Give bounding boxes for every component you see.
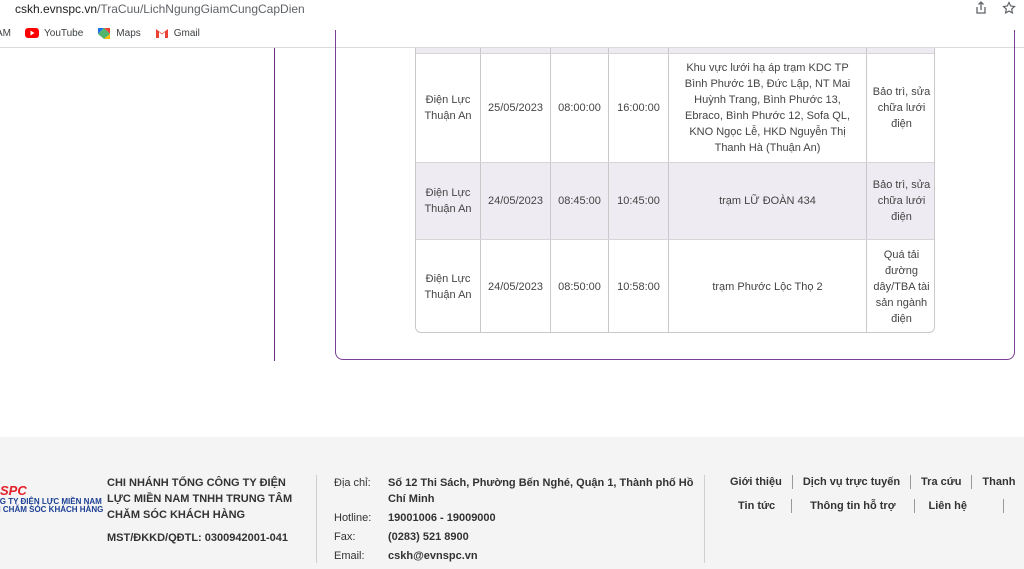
cell-end-time: 16:00:00 <box>609 54 669 162</box>
bookmark-label: Gmail <box>173 27 200 39</box>
cell-start-time: 08:00:00 <box>551 54 609 162</box>
table-row: Điện Lực Thuận An 25/05/2023 08:00:00 16… <box>416 54 934 163</box>
area-text: trạm LỮ ĐOÀN 434 <box>719 195 816 207</box>
cell-area: Khu vực lưới hạ áp trạm KDC TP Bình Phướ… <box>669 54 867 162</box>
site-footer: SPC NG TY ĐIỆN LỰC MIỀN NAM M CHĂM SÓC K… <box>0 437 1024 569</box>
cell-start-time: 08:45:00 <box>551 163 609 239</box>
address-bar[interactable]: cskh.evnspc.vn/TraCuu/LichNgungGiamCungC… <box>0 0 1024 19</box>
bookmark-maps[interactable]: Maps <box>97 27 141 39</box>
bookmark-label: AM <box>0 27 11 39</box>
link-tra-cuu[interactable]: Tra cứu <box>911 475 973 489</box>
email-value[interactable]: cskh@evnspc.vn <box>388 548 698 564</box>
footer-divider <box>704 475 705 563</box>
email-label: Email: <box>334 550 365 562</box>
url-path: /TraCuu/LichNgungGiamCungCapDien <box>97 2 305 16</box>
cell-unit: Điện Lực Thuận An <box>416 163 481 239</box>
url-text[interactable]: cskh.evnspc.vn/TraCuu/LichNgungGiamCungC… <box>15 2 305 16</box>
youtube-icon <box>25 28 39 38</box>
logo-mark: SPC <box>0 483 27 498</box>
bookmark-label: Maps <box>116 27 141 39</box>
bookmark-gmail[interactable]: Gmail <box>155 27 200 39</box>
cell-area: trạm Phước Lộc Thọ 2 <box>669 240 867 332</box>
cell-date: 25/05/2023 <box>481 54 551 162</box>
link-thanh-toan[interactable]: Thanh <box>972 475 1024 489</box>
table-row: Điện Lực Thuận An 24/05/2023 08:50:00 10… <box>416 240 934 332</box>
hotline-label: Hotline: <box>334 512 372 524</box>
company-info: CHI NHÁNH TỔNG CÔNG TY ĐIỆN LỰC MIỀN NAM… <box>107 475 297 546</box>
area-text: trạm Phước Lộc Thọ 2 <box>712 280 823 293</box>
cell-reason: Quá tải đường dây/TBA tài sản ngành điện <box>873 248 930 325</box>
footer-divider <box>316 475 317 563</box>
cell-unit: Điện Lực Thuận An <box>416 54 481 162</box>
cell-reason: Bảo trì, sửa chữa lưới điện <box>872 179 931 223</box>
link-dich-vu-truc-tuyen[interactable]: Dịch vụ trực tuyến <box>793 475 912 489</box>
bookmark-youtube[interactable]: YouTube <box>25 27 83 39</box>
outage-schedule-table: Điện Lực Thuận An 25/05/2023 08:00:00 16… <box>415 48 935 333</box>
link-thong-tin-ho-tro[interactable]: Thông tin hỗ trợ <box>792 499 915 513</box>
hotline-value[interactable]: 19001006 - 19009000 <box>388 510 698 526</box>
cell-area: trạm LỮ ĐOÀN 434 <box>669 163 867 239</box>
cell-end-time: 10:58:00 <box>609 240 669 332</box>
address-value: Số 12 Thi Sách, Phường Bến Nghé, Quận 1,… <box>388 477 694 505</box>
company-tax-id: MST/ĐKKD/QĐTL: 0300942001-041 <box>107 532 288 544</box>
url-host: cskh.evnspc.vn <box>15 2 98 16</box>
sidebar-border <box>274 48 275 361</box>
link-lien-he[interactable]: Liên hệ <box>915 499 1005 513</box>
fax-label: Fax: <box>334 531 356 543</box>
evnspc-logo[interactable]: SPC NG TY ĐIỆN LỰC MIỀN NAM M CHĂM SÓC K… <box>0 483 104 514</box>
link-gioi-thieu[interactable]: Giới thiệu <box>722 475 793 489</box>
company-name: CHI NHÁNH TỔNG CÔNG TY ĐIỆN LỰC MIỀN NAM… <box>107 477 293 521</box>
area-text: Khu vực lưới hạ áp trạm KDC TP Bình Phướ… <box>684 62 851 154</box>
link-tin-tuc[interactable]: Tin tức <box>722 499 793 513</box>
share-icon[interactable] <box>974 1 988 15</box>
bookmark-label: YouTube <box>44 27 84 39</box>
cell-end-time: 10:45:00 <box>609 163 669 239</box>
cell-date: 24/05/2023 <box>481 240 551 332</box>
gmail-icon <box>155 29 168 38</box>
link-truncated[interactable]: Đ <box>1004 499 1024 513</box>
cell-reason: Bảo trì, sửa chữa lưới điện <box>872 86 931 130</box>
address-label: Địa chỉ: <box>334 477 371 489</box>
fax-value: (0283) 521 8900 <box>388 531 469 543</box>
bookmark-am[interactable]: AM <box>0 28 11 39</box>
star-icon[interactable] <box>1002 1 1016 15</box>
table-row: Điện Lực Thuận An 24/05/2023 08:45:00 10… <box>416 163 934 240</box>
cell-start-time: 08:50:00 <box>551 240 609 332</box>
cell-date: 24/05/2023 <box>481 163 551 239</box>
logo-line: M CHĂM SÓC KHÁCH HÀNG <box>0 505 104 514</box>
maps-icon <box>98 28 111 39</box>
cell-unit: Điện Lực Thuận An <box>416 240 481 332</box>
